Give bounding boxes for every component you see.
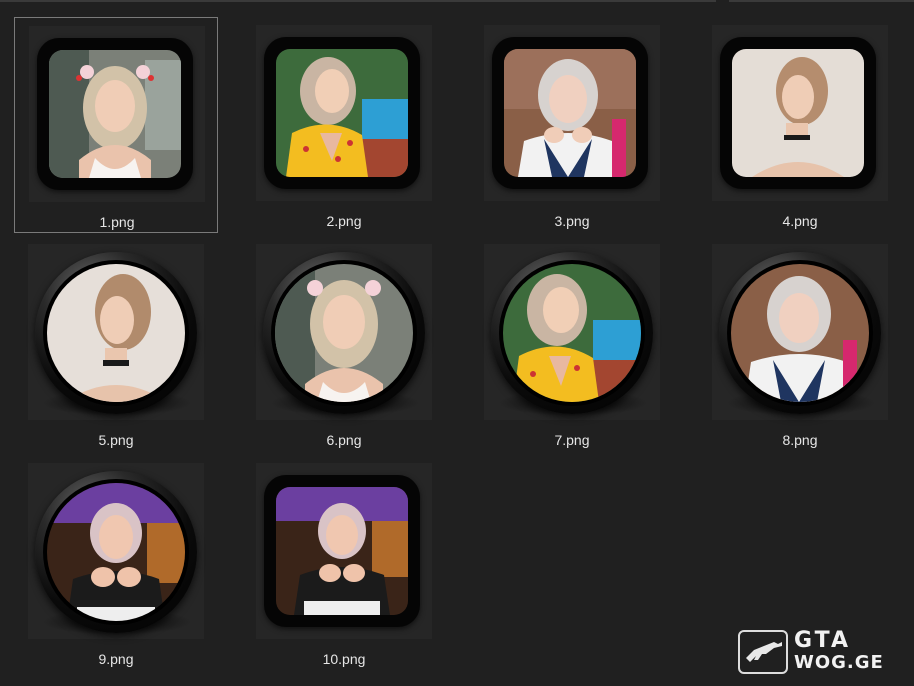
photo-thumbnail	[276, 487, 408, 615]
rifle-icon	[738, 630, 788, 674]
file-name: 2.png	[326, 213, 362, 229]
file-item[interactable]: 6.png	[242, 236, 446, 452]
file-name: 5.png	[98, 432, 134, 448]
file-item[interactable]: 5.png	[14, 236, 218, 452]
app-icon-square	[492, 37, 648, 189]
photo-thumbnail	[731, 264, 869, 402]
photo-thumbnail	[49, 50, 181, 178]
file-name: 10.png	[322, 651, 366, 667]
file-name: 1.png	[99, 214, 135, 230]
app-icon-square	[37, 38, 193, 190]
app-icon-round	[719, 252, 881, 414]
file-item[interactable]: 10.png	[242, 455, 446, 671]
app-icon-square	[264, 37, 420, 189]
file-item[interactable]: 3.png	[470, 17, 674, 233]
watermark-text-bottom: WOG.GE	[794, 652, 884, 673]
file-item[interactable]: 4.png	[698, 17, 902, 233]
file-name: 9.png	[98, 651, 134, 667]
app-icon-round	[35, 471, 197, 633]
app-icon-round	[491, 252, 653, 414]
file-item[interactable]: 8.png	[698, 236, 902, 452]
photo-thumbnail	[47, 483, 185, 621]
file-item[interactable]: 7.png	[470, 236, 674, 452]
file-name: 8.png	[782, 432, 818, 448]
file-item[interactable]: 2.png	[242, 17, 446, 233]
app-icon-round	[35, 252, 197, 414]
photo-thumbnail	[275, 264, 413, 402]
file-item[interactable]: 1.png	[14, 17, 218, 233]
photo-thumbnail	[504, 49, 636, 177]
photo-thumbnail	[276, 49, 408, 177]
file-name: 7.png	[554, 432, 590, 448]
watermark-logo: GTA WOG.GE	[738, 628, 883, 676]
file-name: 3.png	[554, 213, 590, 229]
file-item[interactable]: 9.png	[14, 455, 218, 671]
file-name: 4.png	[782, 213, 818, 229]
photo-thumbnail	[732, 49, 864, 177]
watermark-text-top: GTA	[794, 628, 851, 653]
file-name: 6.png	[326, 432, 362, 448]
photo-thumbnail	[503, 264, 641, 402]
app-icon-square	[264, 475, 420, 627]
photo-thumbnail	[47, 264, 185, 402]
file-grid: 1.png 2.png 3.png 4.png 5.png 6.png 7.pn…	[0, 0, 914, 686]
app-icon-round	[263, 252, 425, 414]
app-icon-square	[720, 37, 876, 189]
